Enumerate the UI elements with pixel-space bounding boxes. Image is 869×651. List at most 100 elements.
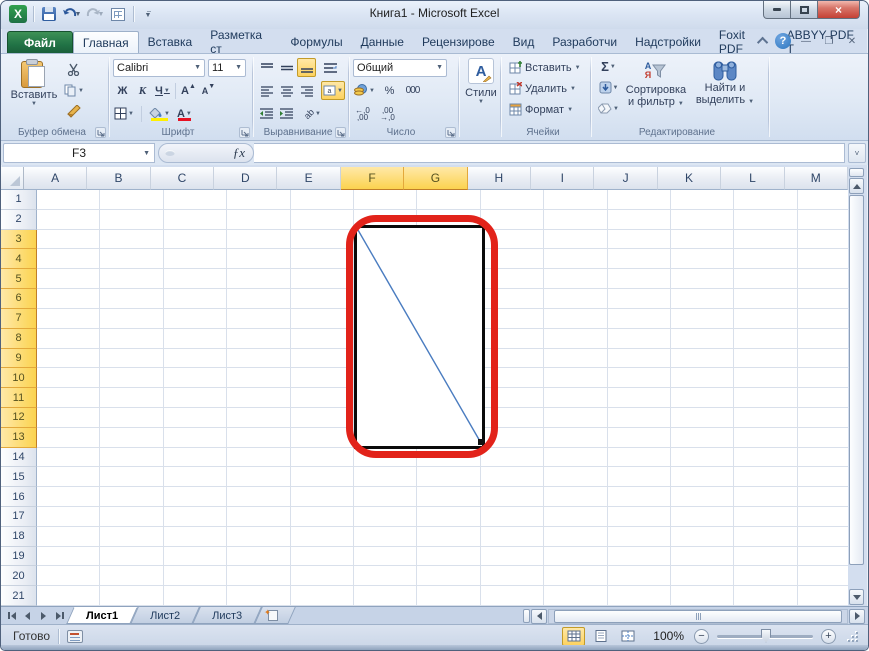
cell-M7[interactable] — [798, 309, 848, 329]
cell-E21[interactable] — [291, 586, 354, 606]
cell-J17[interactable] — [608, 507, 671, 527]
cell-A3[interactable] — [37, 230, 100, 250]
cell-B21[interactable] — [100, 586, 163, 606]
cell-M1[interactable] — [798, 190, 848, 210]
cell-D10[interactable] — [227, 368, 290, 388]
cell-G17[interactable] — [417, 507, 480, 527]
last-sheet-button[interactable] — [52, 609, 67, 623]
cell-J13[interactable] — [608, 428, 671, 448]
cell-D21[interactable] — [227, 586, 290, 606]
cell-D15[interactable] — [227, 467, 290, 487]
cell-B8[interactable] — [100, 329, 163, 349]
row-header-4[interactable]: 4 — [1, 249, 37, 269]
cell-A10[interactable] — [37, 368, 100, 388]
cell-B3[interactable] — [100, 230, 163, 250]
cell-C10[interactable] — [164, 368, 227, 388]
cell-H5[interactable] — [481, 269, 544, 289]
row-header-12[interactable]: 12 — [1, 408, 37, 428]
cell-I8[interactable] — [544, 329, 607, 349]
cell-A13[interactable] — [37, 428, 100, 448]
scroll-right-button[interactable] — [849, 609, 865, 624]
cell-B17[interactable] — [100, 507, 163, 527]
tab-вставка[interactable]: Вставка — [139, 31, 202, 53]
page-layout-view-button[interactable] — [589, 627, 612, 646]
cell-I21[interactable] — [544, 586, 607, 606]
cell-M12[interactable] — [798, 408, 848, 428]
cell-J2[interactable] — [608, 210, 671, 230]
cell-D19[interactable] — [227, 547, 290, 567]
cell-C3[interactable] — [164, 230, 227, 250]
cell-L11[interactable] — [734, 388, 797, 408]
cell-G19[interactable] — [417, 547, 480, 567]
cell-C21[interactable] — [164, 586, 227, 606]
vertical-split-handle[interactable] — [849, 168, 864, 177]
cell-E15[interactable] — [291, 467, 354, 487]
cell-G14[interactable] — [417, 448, 480, 468]
cell-E2[interactable] — [291, 210, 354, 230]
cell-K12[interactable] — [671, 408, 734, 428]
cell-J14[interactable] — [608, 448, 671, 468]
decrease-indent-button[interactable] — [257, 104, 276, 123]
underline-button[interactable]: Ч▼ — [153, 81, 172, 100]
tab-формулы[interactable]: Формулы — [281, 31, 351, 53]
cell-K15[interactable] — [671, 467, 734, 487]
cell-L20[interactable] — [734, 566, 797, 586]
cell-C19[interactable] — [164, 547, 227, 567]
cell-F18[interactable] — [354, 527, 417, 547]
cell-M20[interactable] — [798, 566, 848, 586]
first-sheet-button[interactable] — [4, 609, 19, 623]
formula-input[interactable] — [254, 143, 845, 163]
insert-function-icon[interactable]: ƒx — [233, 145, 245, 161]
cell-D18[interactable] — [227, 527, 290, 547]
insert-cells-button[interactable]: Вставить▼ — [509, 57, 589, 78]
cell-H16[interactable] — [481, 487, 544, 507]
cell-C12[interactable] — [164, 408, 227, 428]
cell-D17[interactable] — [227, 507, 290, 527]
cell-I11[interactable] — [544, 388, 607, 408]
cell-A4[interactable] — [37, 249, 100, 269]
cell-K1[interactable] — [671, 190, 734, 210]
cell-H14[interactable] — [481, 448, 544, 468]
column-header-M[interactable]: M — [785, 167, 848, 190]
fill-button[interactable]: ▼ — [597, 78, 620, 97]
horizontal-split-handle[interactable] — [523, 609, 530, 623]
cell-H6[interactable] — [481, 289, 544, 309]
cell-I12[interactable] — [544, 408, 607, 428]
cell-L3[interactable] — [734, 230, 797, 250]
cell-H18[interactable] — [481, 527, 544, 547]
cell-J11[interactable] — [608, 388, 671, 408]
column-header-C[interactable]: C — [151, 167, 214, 190]
cell-J16[interactable] — [608, 487, 671, 507]
cell-H17[interactable] — [481, 507, 544, 527]
horizontal-scrollbar[interactable] — [523, 608, 866, 624]
cell-H11[interactable] — [481, 388, 544, 408]
cell-L12[interactable] — [734, 408, 797, 428]
row-header-11[interactable]: 11 — [1, 388, 37, 408]
cell-F15[interactable] — [354, 467, 417, 487]
cell-I7[interactable] — [544, 309, 607, 329]
zoom-in-button[interactable]: + — [821, 629, 836, 644]
align-right-button[interactable] — [297, 81, 316, 100]
cell-A20[interactable] — [37, 566, 100, 586]
cell-D3[interactable] — [227, 230, 290, 250]
name-box[interactable]: F3▼ — [3, 143, 155, 163]
cell-D1[interactable] — [227, 190, 290, 210]
cell-L17[interactable] — [734, 507, 797, 527]
maximize-button[interactable] — [791, 1, 818, 19]
cell-D12[interactable] — [227, 408, 290, 428]
previous-sheet-button[interactable] — [20, 609, 35, 623]
cell-A5[interactable] — [37, 269, 100, 289]
cell-D2[interactable] — [227, 210, 290, 230]
cell-L13[interactable] — [734, 428, 797, 448]
cell-E18[interactable] — [291, 527, 354, 547]
cell-L15[interactable] — [734, 467, 797, 487]
column-header-L[interactable]: L — [721, 167, 784, 190]
fill-color-button[interactable]: ▼ — [148, 104, 171, 123]
font-name-select[interactable]: Calibri▼ — [113, 59, 205, 77]
cell-L9[interactable] — [734, 349, 797, 369]
styles-button[interactable]: А Стили ▼ — [463, 57, 499, 105]
cell-C9[interactable] — [164, 349, 227, 369]
cell-G15[interactable] — [417, 467, 480, 487]
cell-L4[interactable] — [734, 249, 797, 269]
cell-J19[interactable] — [608, 547, 671, 567]
